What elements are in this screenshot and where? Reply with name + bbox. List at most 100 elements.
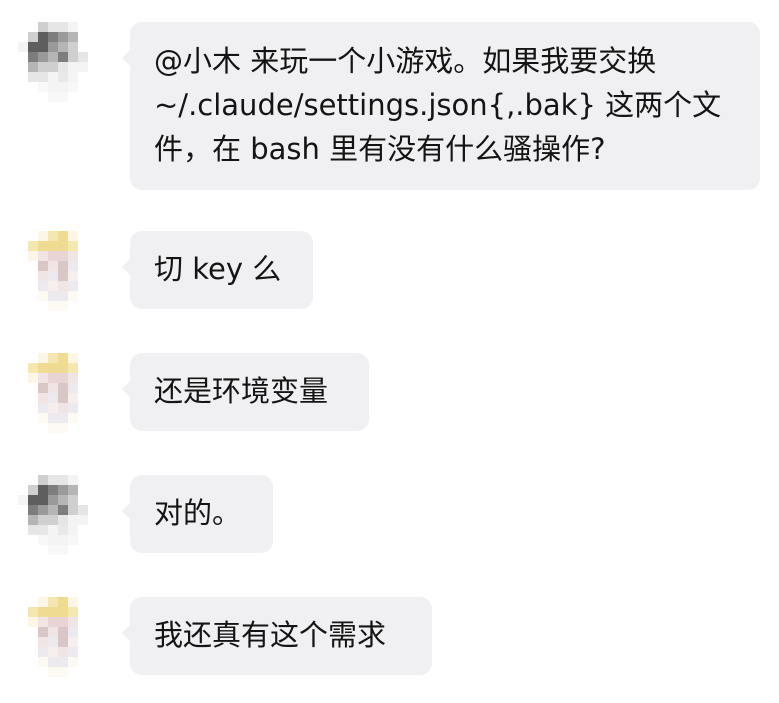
avatar-pixel: [78, 637, 88, 647]
avatar-pixel: [38, 525, 48, 535]
avatar-pixel: [28, 617, 38, 627]
avatar-pixel: [78, 423, 88, 433]
avatar-pixel: [78, 373, 88, 383]
avatar-pixel: [88, 403, 98, 413]
avatar-pixel: [88, 353, 98, 363]
avatar[interactable]: [18, 22, 98, 102]
avatar-pixel: [78, 393, 88, 403]
avatar-pixel: [58, 353, 68, 363]
avatar-pixel: [48, 525, 58, 535]
avatar-pixel: [48, 607, 58, 617]
avatar-pixel: [78, 617, 88, 627]
avatar-pixel: [88, 373, 98, 383]
avatar-pixel: [58, 393, 68, 403]
avatar-pixel: [88, 92, 98, 102]
avatar-pixel: [18, 627, 28, 637]
avatar-pixel: [48, 403, 58, 413]
avatar-pixel: [88, 607, 98, 617]
avatar-pixel: [78, 281, 88, 291]
avatar-pixel: [58, 251, 68, 261]
avatar-pixel: [68, 271, 78, 281]
avatar-pixel: [48, 637, 58, 647]
avatar-pixel: [38, 413, 48, 423]
avatar-pixel: [18, 423, 28, 433]
avatar-pixel: [48, 363, 58, 373]
avatar-pixel: [78, 231, 88, 241]
avatar-pixel: [68, 281, 78, 291]
avatar-pixel: [48, 657, 58, 667]
avatar-pixel: [78, 413, 88, 423]
avatar-pixel: [18, 495, 28, 505]
avatar[interactable]: [18, 597, 98, 677]
avatar-pixel: [28, 42, 38, 52]
avatar-pixel: [28, 52, 38, 62]
avatar-pixel: [18, 291, 28, 301]
avatar-pixel: [58, 301, 68, 311]
avatar-pixel: [58, 475, 68, 485]
avatar-pixel: [48, 52, 58, 62]
avatar-pixel: [48, 353, 58, 363]
avatar-pixel: [68, 393, 78, 403]
avatar-pixel: [28, 667, 38, 677]
avatar-pixel: [28, 32, 38, 42]
avatar-pixel: [68, 231, 78, 241]
avatar-pixel: [18, 72, 28, 82]
avatar-pixel: [48, 72, 58, 82]
avatar-pixel: [48, 617, 58, 627]
avatar[interactable]: [18, 231, 98, 311]
avatar-pixel: [78, 353, 88, 363]
message-bubble[interactable]: 我还真有这个需求: [122, 597, 432, 675]
avatar[interactable]: [18, 475, 98, 555]
message-bubble[interactable]: 还是环境变量: [122, 353, 369, 431]
avatar-pixel: [38, 301, 48, 311]
avatar-pixel: [18, 383, 28, 393]
avatar-pixel: [58, 92, 68, 102]
avatar[interactable]: [18, 353, 98, 433]
avatar-pixel: [78, 403, 88, 413]
avatar-pixel: [78, 545, 88, 555]
avatar-pixel: [18, 353, 28, 363]
avatar-pixel: [28, 495, 38, 505]
avatar-pixel: [88, 231, 98, 241]
avatar-pixel: [58, 291, 68, 301]
message-bubble[interactable]: 对的。: [122, 475, 273, 553]
avatar-pixel: [38, 353, 48, 363]
avatar-pixel: [88, 251, 98, 261]
avatar-pixel: [88, 485, 98, 495]
avatar-pixel: [78, 251, 88, 261]
avatar-pixel: [68, 72, 78, 82]
avatar-pixel: [38, 535, 48, 545]
avatar-pixel: [38, 241, 48, 251]
avatar-pixel: [38, 62, 48, 72]
avatar-pixel: [88, 281, 98, 291]
avatar-pixel: [88, 363, 98, 373]
avatar-pixel: [38, 515, 48, 525]
avatar-pixel: [38, 291, 48, 301]
avatar-pixel: [58, 42, 68, 52]
avatar-pixel: [88, 82, 98, 92]
avatar-pixel: [58, 545, 68, 555]
avatar-pixel: [58, 535, 68, 545]
avatar-pixel: [48, 301, 58, 311]
avatar-pixel: [88, 42, 98, 52]
chat-window: @小木 来玩一个小游戏。如果我要交换 ~/.claude/settings.js…: [0, 0, 779, 703]
message-bubble[interactable]: 切 key 么: [122, 231, 313, 309]
avatar-pixel: [18, 22, 28, 32]
avatar-pixel: [38, 52, 48, 62]
avatar-pixel: [28, 62, 38, 72]
avatar-pixel: [88, 647, 98, 657]
avatar-pixel: [78, 261, 88, 271]
avatar-pixel: [18, 637, 28, 647]
avatar-pixel: [38, 495, 48, 505]
avatar-pixel: [48, 505, 58, 515]
message-bubble[interactable]: @小木 来玩一个小游戏。如果我要交换 ~/.claude/settings.js…: [122, 22, 760, 190]
avatar-pixel: [68, 251, 78, 261]
avatar-pixel: [78, 495, 88, 505]
avatar-pixel: [48, 627, 58, 637]
avatar-pixel: [88, 301, 98, 311]
avatar-pixel: [68, 62, 78, 72]
avatar-pixel: [68, 22, 78, 32]
avatar-pixel: [18, 373, 28, 383]
avatar-pixel: [58, 657, 68, 667]
avatar-pixel: [18, 32, 28, 42]
